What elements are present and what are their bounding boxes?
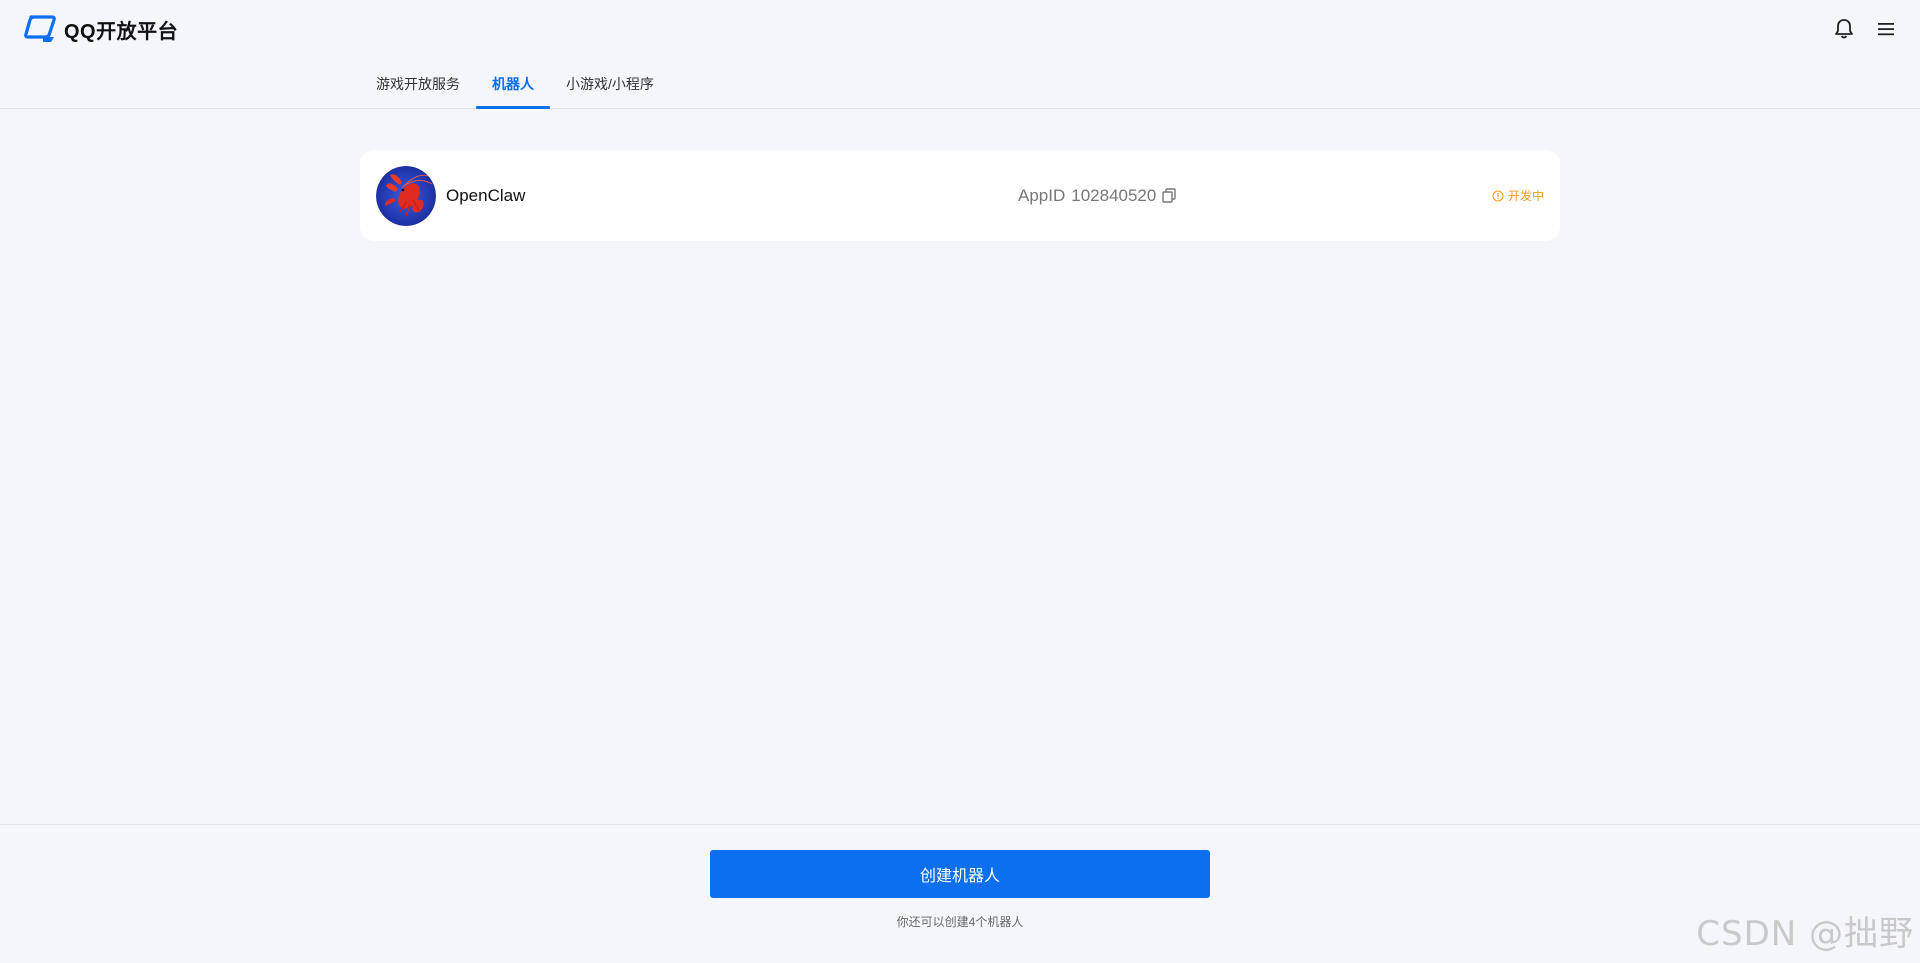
bot-status: 开发中 xyxy=(1492,150,1544,241)
lobster-avatar-icon xyxy=(376,165,436,226)
bot-appid: AppID 102840520 xyxy=(1018,150,1178,241)
tab-list: 游戏开放服务 机器人 小游戏/小程序 xyxy=(360,60,670,109)
copy-icon[interactable] xyxy=(1162,188,1178,204)
status-label: 开发中 xyxy=(1507,189,1544,203)
tab-label: 小游戏/小程序 xyxy=(566,76,654,92)
logo-title: QQ开放平台 xyxy=(64,20,179,43)
appid-value: 102840520 xyxy=(1071,185,1157,205)
tab-game-services[interactable]: 游戏开放服务 xyxy=(360,60,476,108)
tab-mini-games[interactable]: 小游戏/小程序 xyxy=(550,60,670,108)
menu-icon[interactable] xyxy=(1874,17,1898,41)
bot-card[interactable]: OpenClaw AppID 102840520 开发中 xyxy=(360,150,1560,241)
watermark: CSDN @拙野 xyxy=(1696,914,1914,954)
bell-icon[interactable] xyxy=(1832,17,1856,41)
remaining-quota-hint: 你还可以创建4个机器人 xyxy=(896,915,1024,929)
create-robot-button[interactable]: 创建机器人 xyxy=(710,850,1210,898)
bot-avatar xyxy=(376,165,436,226)
bot-name: OpenClaw xyxy=(446,185,526,205)
tab-robots[interactable]: 机器人 xyxy=(476,60,550,109)
tab-label: 机器人 xyxy=(492,76,534,92)
appid-label: AppID xyxy=(1018,185,1066,205)
top-header: QQ开放平台 xyxy=(0,0,1920,60)
footer-bar: 创建机器人 你还可以创建4个机器人 xyxy=(0,824,1920,963)
info-circle-icon xyxy=(1492,189,1504,202)
tab-label: 游戏开放服务 xyxy=(376,76,460,92)
qq-logo-icon xyxy=(24,14,58,44)
header-actions xyxy=(1832,17,1898,41)
qq-open-platform-logo[interactable]: QQ开放平台 xyxy=(24,14,178,44)
main-tabs: 游戏开放服务 机器人 小游戏/小程序 xyxy=(0,60,1920,109)
